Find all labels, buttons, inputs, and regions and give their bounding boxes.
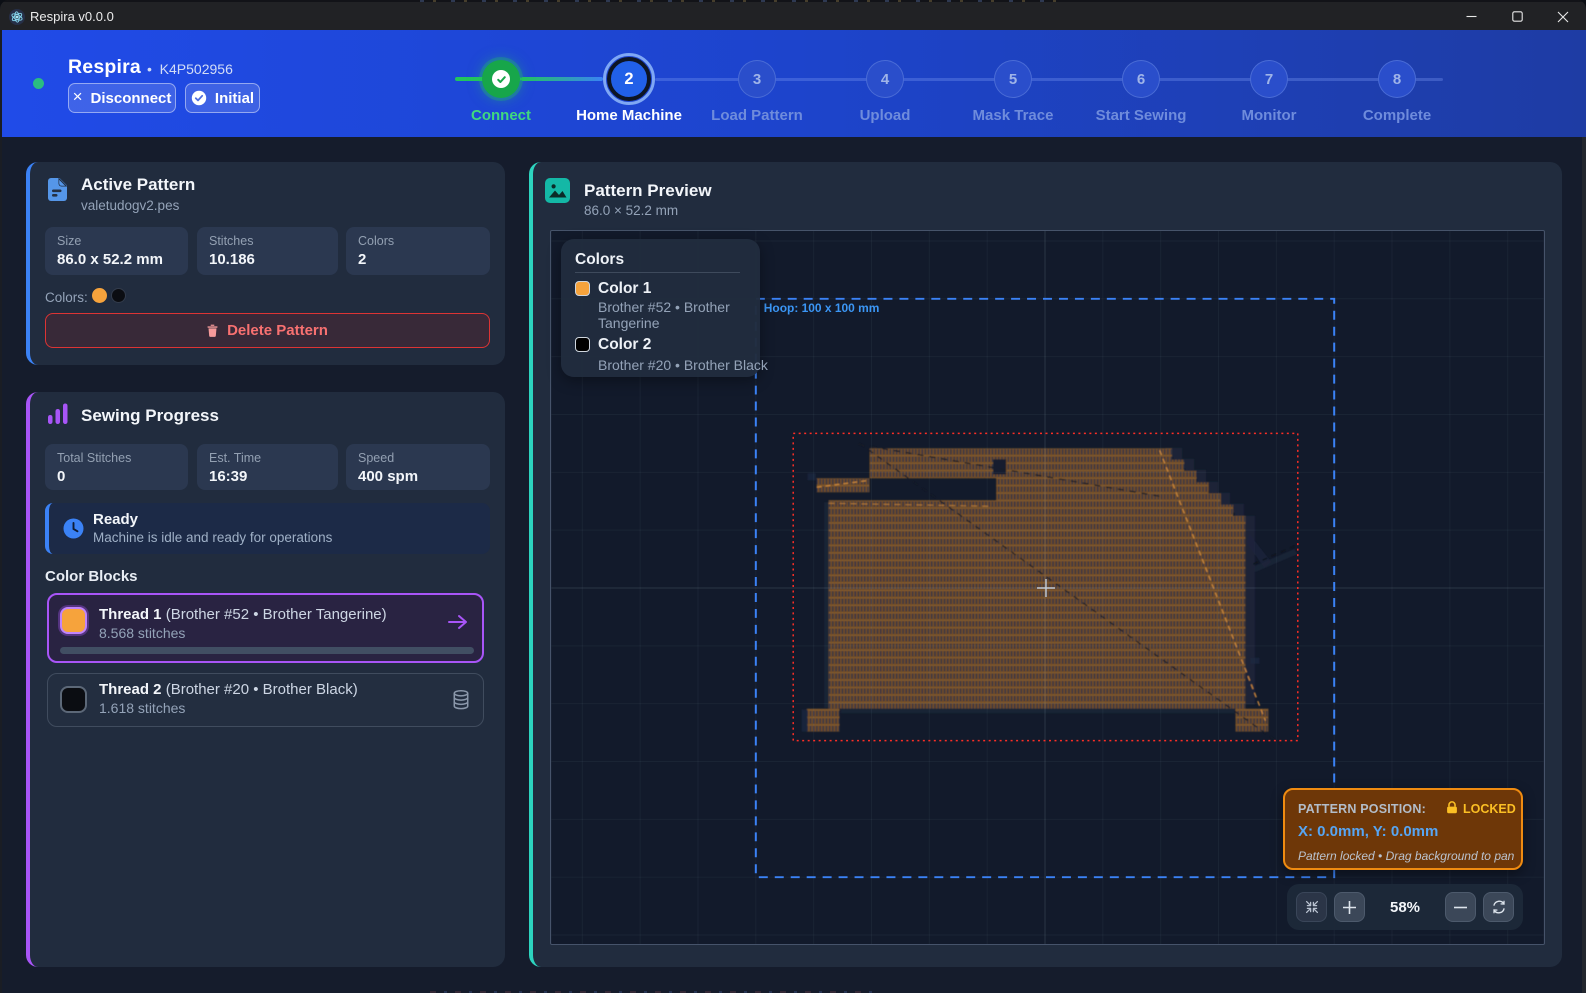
svg-text:Hoop: 100 x 100 mm: Hoop: 100 x 100 mm [764,301,880,315]
